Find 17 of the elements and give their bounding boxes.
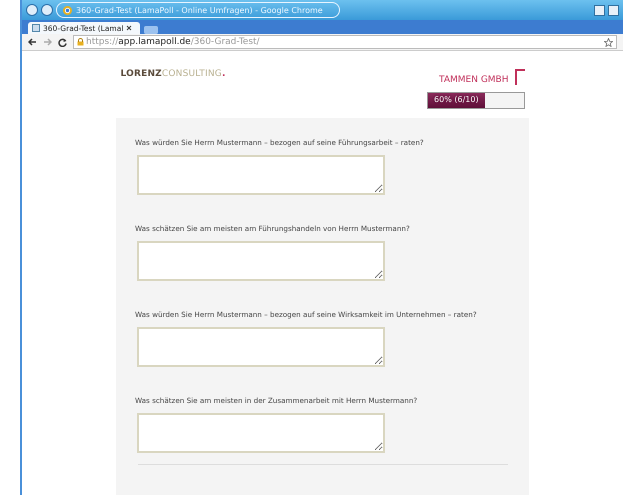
star-icon[interactable] (604, 38, 613, 46)
corner-mark-icon (514, 69, 524, 85)
company-name: TAMMEN GMBH (439, 75, 508, 85)
reload-icon[interactable] (58, 38, 67, 46)
back-icon[interactable] (28, 38, 37, 46)
window-title: 360-Grad-Test (LamaPoll - Online Umfragen) - Google Chrome (76, 6, 323, 14)
lock-icon (77, 38, 84, 46)
minimize-button[interactable] (594, 4, 605, 16)
progress-label: 60% (6/10) (433, 95, 480, 104)
browser-logo-icon (63, 6, 72, 14)
maximize-button[interactable] (608, 4, 619, 16)
window-menu-icon[interactable] (26, 4, 38, 16)
company-logo: LORENZCONSULTING. (120, 69, 226, 81)
close-icon[interactable] (126, 25, 132, 31)
address-field[interactable]: https://app.lamapoll.de/360-Grad-Test/ (73, 35, 617, 49)
page-icon (32, 24, 40, 32)
url-text: https://app.lamapoll.de/360-Grad-Test/ (86, 37, 260, 47)
